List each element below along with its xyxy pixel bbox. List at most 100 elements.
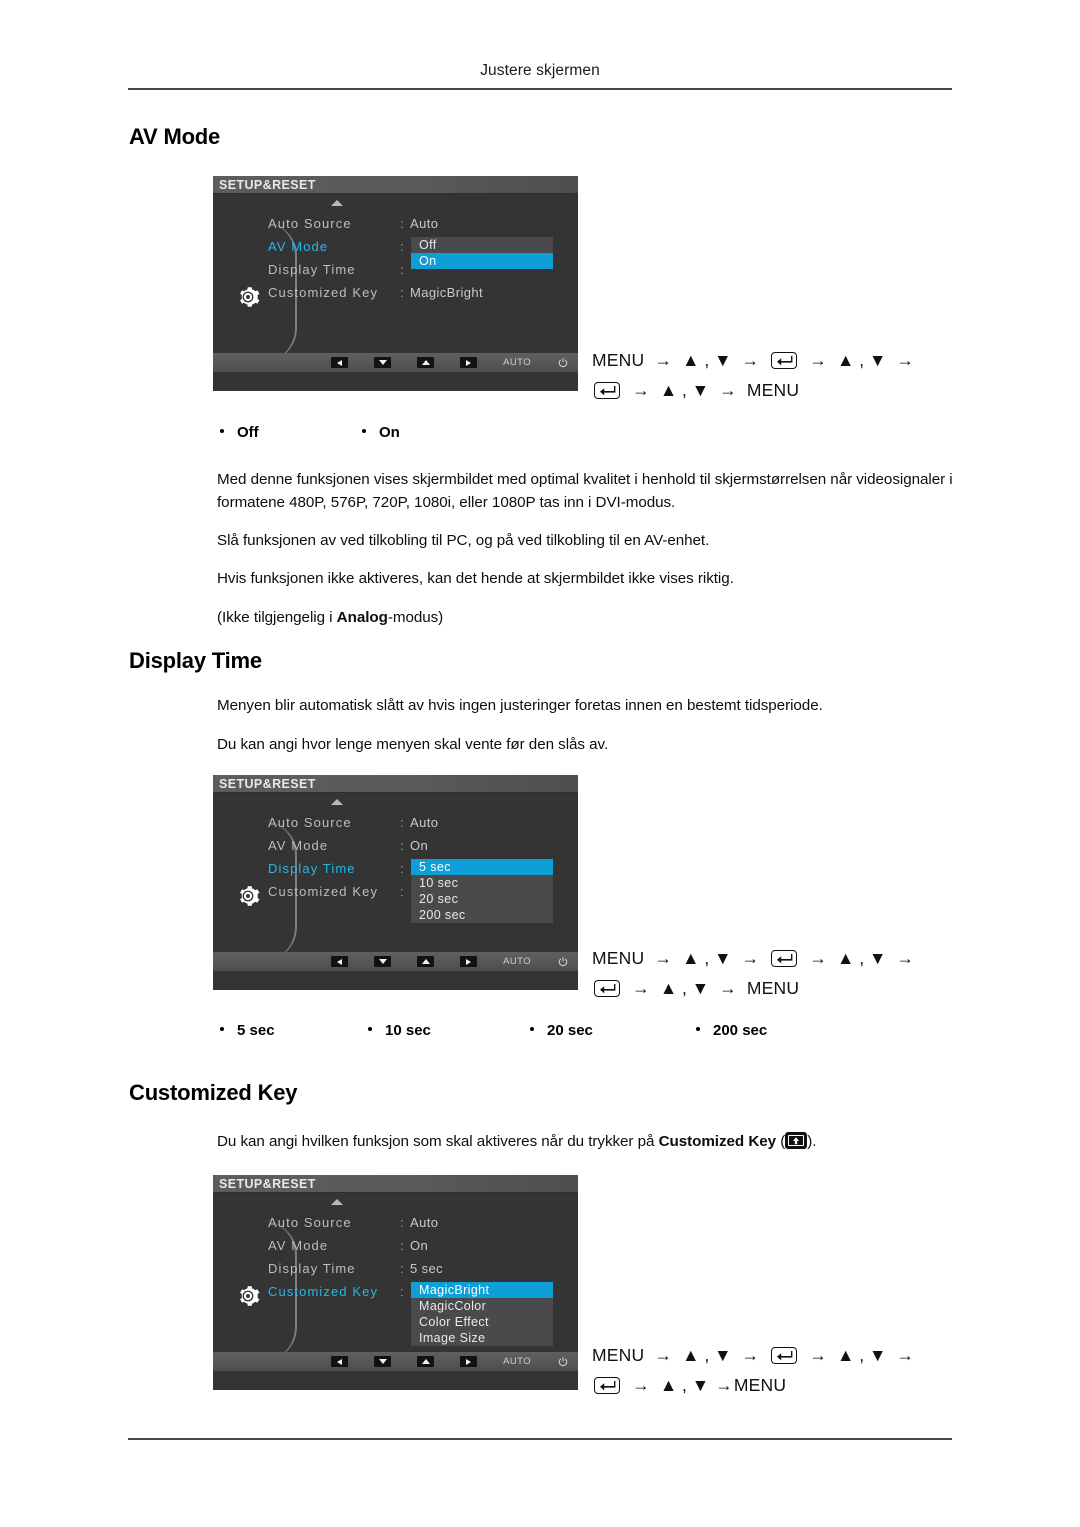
right-icon[interactable] [460, 956, 478, 967]
section-heading-av-mode: AV Mode [129, 124, 221, 149]
osd-option[interactable]: MagicColor [411, 1298, 553, 1314]
arrow-right-icon: → [654, 1345, 673, 1365]
arrow-right-icon: → [809, 1345, 827, 1365]
note-suffix: -modus) [387, 609, 444, 626]
right-icon[interactable] [460, 357, 478, 368]
osd-option[interactable]: Image Size [411, 1330, 553, 1346]
scroll-up-arrow-icon [331, 200, 343, 206]
document-page: Justere skjermen AV Mode SETUP&RESET Aut… [0, 0, 1080, 1527]
paragraph-display-time-2: Du kan angi hvor lenge menyen skal vente… [217, 736, 609, 753]
osd-screenshot-customized-key: SETUP&RESET Auto Source : Auto AV Mode :… [213, 1175, 578, 1390]
intro-prefix: Du kan angi hvilken funksjon som skal ak… [217, 1133, 659, 1150]
down-icon[interactable] [374, 1356, 392, 1367]
osd-row[interactable]: Customized Key : MagicBright [213, 281, 578, 304]
osd-row-colon: : [400, 1238, 405, 1253]
osd-option-selected[interactable]: MagicBright [411, 1282, 553, 1298]
auto-button-label[interactable]: AUTO [503, 357, 531, 368]
power-icon[interactable] [557, 1356, 569, 1368]
nav-updown-icons: ▲ , ▼ [682, 948, 732, 968]
osd-row[interactable]: Auto Source : Auto [213, 212, 578, 235]
power-icon[interactable] [557, 357, 569, 369]
osd-row-colon: : [400, 239, 405, 254]
arrow-right-icon: → [719, 380, 737, 400]
nav-updown-icons: ▲ , ▼ [837, 350, 887, 370]
osd-option[interactable]: 10 sec [411, 875, 553, 891]
osd-option[interactable]: Off [411, 237, 553, 253]
arrow-right-icon: → [654, 948, 673, 968]
osd-row-label: Display Time [268, 1261, 356, 1276]
bullet-dot-icon [220, 1027, 224, 1031]
osd-option-popup: MagicBright MagicColor Color Effect Imag… [411, 1282, 553, 1346]
left-icon[interactable] [331, 956, 349, 967]
power-icon[interactable] [557, 956, 569, 968]
osd-row-colon: : [400, 262, 405, 277]
bullet-label: 200 sec [713, 1022, 768, 1039]
osd-screenshot-display-time: SETUP&RESET Auto Source : Auto AV Mode :… [213, 775, 578, 990]
bullet-label: On [379, 424, 400, 441]
osd-title-bar: SETUP&RESET [213, 176, 578, 194]
up-icon[interactable] [417, 1356, 435, 1367]
arrow-right-icon: → [632, 380, 650, 400]
arrow-right-icon: → [632, 978, 650, 998]
arrow-right-icon: → [741, 1345, 760, 1365]
bullet-label: 5 sec [237, 1022, 275, 1039]
running-header-title: Justere skjermen [480, 62, 600, 79]
down-icon[interactable] [374, 357, 392, 368]
nav-updown-icons: ▲ , ▼ [659, 380, 710, 400]
customized-key-icon [785, 1132, 808, 1149]
arrow-right-icon: → [809, 948, 827, 968]
enter-key-icon [594, 382, 620, 399]
osd-option[interactable]: 20 sec [411, 891, 553, 907]
osd-body: Auto Source : Auto AV Mode : Display Tim… [213, 194, 578, 372]
note-av-mode: (Ikke tilgjengelig i Analog-modus) [217, 606, 957, 629]
osd-option[interactable]: Color Effect [411, 1314, 553, 1330]
osd-row[interactable]: AV Mode : On [213, 834, 578, 857]
arrow-right-icon: → [896, 948, 915, 968]
up-icon[interactable] [417, 956, 435, 967]
paragraph-av-mode-1: Med denne funksjonen vises skjermbildet … [217, 471, 953, 511]
auto-button-label[interactable]: AUTO [503, 1356, 531, 1367]
paragraph-av-mode-2: Slå funksjonen av ved tilkobling til PC,… [217, 532, 710, 549]
osd-title-bar: SETUP&RESET [213, 775, 578, 793]
auto-button-label[interactable]: AUTO [503, 956, 531, 967]
osd-row-colon: : [400, 861, 405, 876]
up-icon[interactable] [417, 357, 435, 368]
bullet-dot-icon [362, 429, 366, 433]
arrow-right-icon: → [896, 1345, 915, 1365]
bullet-list-av-mode: Off On [220, 424, 400, 441]
arrow-right-icon: → [741, 350, 760, 370]
osd-option-selected[interactable]: 5 sec [411, 859, 553, 875]
osd-row-colon: : [400, 884, 405, 899]
nav-updown-icons: ▲ , ▼ [837, 1345, 887, 1365]
osd-row[interactable]: Auto Source : Auto [213, 1211, 578, 1234]
down-icon[interactable] [374, 956, 392, 967]
left-icon[interactable] [331, 357, 349, 368]
nav-instruction-av-mode: MENU → ▲ , ▼ → → ▲ , ▼ → → ▲ , ▼ → MENU [592, 345, 919, 405]
osd-row[interactable]: Auto Source : Auto [213, 811, 578, 834]
right-icon[interactable] [460, 1356, 478, 1367]
osd-row-value: On [410, 838, 429, 853]
osd-row[interactable]: Display Time : 5 sec [213, 1257, 578, 1280]
bullet-item: On [362, 424, 400, 441]
osd-row[interactable]: AV Mode : On [213, 1234, 578, 1257]
paragraph-display-time-1: Menyen blir automatisk slått av hvis ing… [217, 697, 823, 714]
arrow-right-icon: → [715, 1375, 733, 1395]
osd-option[interactable]: 200 sec [411, 907, 553, 923]
osd-row-colon: : [400, 815, 405, 830]
enter-key-icon [771, 352, 798, 369]
bullet-dot-icon [530, 1027, 534, 1031]
bullet-label: Off [237, 424, 259, 441]
arrow-right-icon: → [654, 350, 673, 370]
section-heading-display-time: Display Time [129, 648, 262, 673]
arrow-right-icon: → [741, 948, 760, 968]
nav-menu-label: MENU [746, 380, 800, 400]
bullet-label: 20 sec [547, 1022, 593, 1039]
osd-button-bar: AUTO [213, 1352, 578, 1371]
osd-option-selected[interactable]: On [411, 253, 553, 269]
left-icon[interactable] [331, 1356, 349, 1367]
enter-key-icon [594, 1377, 620, 1394]
nav-updown-icons: ▲ , ▼ [682, 350, 732, 370]
paragraph-av-mode-3: Hvis funksjonen ikke aktiveres, kan det … [217, 570, 734, 587]
bullet-item: 5 sec [220, 1022, 368, 1039]
paragraph-customized-key: Du kan angi hvilken funksjon som skal ak… [217, 1130, 977, 1153]
